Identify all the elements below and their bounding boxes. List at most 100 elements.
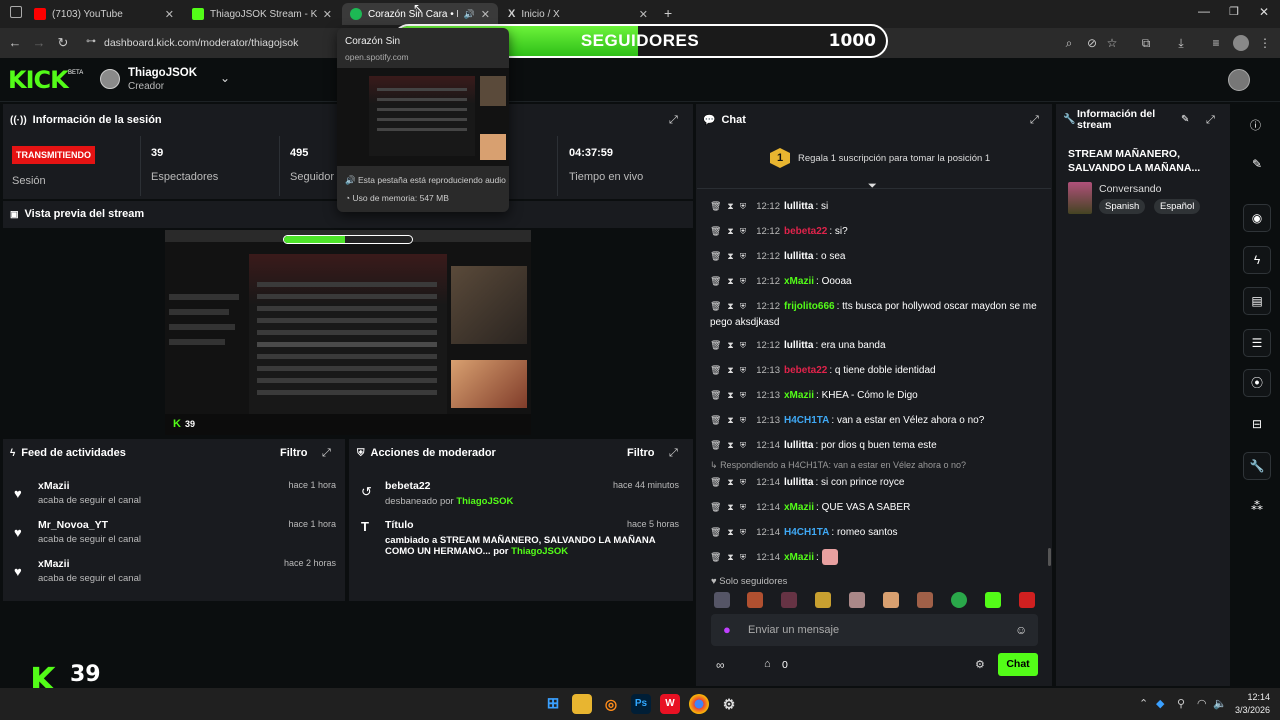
avatar[interactable] <box>100 69 120 89</box>
category-name[interactable]: Conversando <box>1099 183 1161 195</box>
mod-action-icons[interactable]: 🗑⧗⛨ <box>710 552 752 562</box>
close-window-icon[interactable]: ✕ <box>1259 5 1269 19</box>
reload-icon[interactable]: ↻ <box>54 34 72 52</box>
mod-action-icons[interactable]: 🗑⧗⛨ <box>710 226 752 236</box>
expand-icon[interactable]: ⤢ <box>669 447 678 460</box>
message-username[interactable]: xMazii <box>784 390 814 401</box>
message-icon[interactable]: ☰ <box>1243 329 1271 357</box>
wrench-icon[interactable]: 🔧 <box>1243 452 1271 480</box>
tag-chip[interactable]: Spanish <box>1099 199 1146 214</box>
gear-icon[interactable]: ⚙ <box>975 658 985 671</box>
info-icon[interactable]: ⓘ <box>1250 117 1261 133</box>
mod-action-icons[interactable]: 🗑⧗⛨ <box>710 276 752 286</box>
chat-scrollbar[interactable] <box>1048 548 1051 566</box>
close-icon[interactable]: ✕ <box>323 8 332 21</box>
mod-action-icons[interactable]: 🗑⧗⛨ <box>710 502 752 512</box>
mod-by-link[interactable]: ThiagoJSOK <box>456 496 513 507</box>
message-username[interactable]: lullitta <box>784 251 813 262</box>
pencil-icon[interactable]: ✎ <box>1243 151 1271 179</box>
pinned-toggle-icon[interactable]: ⏷ <box>868 180 877 193</box>
message-username[interactable]: H4CH1TA <box>784 415 829 426</box>
gift-sub-promo[interactable]: Regala 1 suscripción para tomar la posic… <box>798 153 990 164</box>
tag-chip[interactable]: Español <box>1154 199 1201 214</box>
file-explorer-icon[interactable] <box>572 694 592 714</box>
mod-action-icons[interactable]: 🗑⧗⛨ <box>710 201 752 211</box>
profile-avatar[interactable] <box>1233 35 1249 51</box>
new-tab-icon[interactable]: + <box>664 5 672 21</box>
emoji-icon[interactable]: ☺ <box>1015 623 1027 637</box>
expand-icon[interactable]: ⤢ <box>1030 114 1039 127</box>
mod-action-icons[interactable]: 🗑⧗⛨ <box>710 527 752 537</box>
broadcast-icon[interactable]: ⦿ <box>1243 369 1271 397</box>
extensions-icon[interactable]: ⧉ <box>1137 34 1155 52</box>
tab-overview-icon[interactable] <box>10 6 22 18</box>
message-username[interactable]: lullitta <box>784 477 813 488</box>
mod-action-icons[interactable]: 🗑⧗⛨ <box>710 390 752 400</box>
chrome-icon[interactable] <box>689 694 709 714</box>
lightning-icon[interactable]: ϟ <box>1243 246 1271 274</box>
store-icon[interactable]: ⌂ <box>764 658 771 670</box>
send-chat-button[interactable]: Chat <box>998 653 1038 676</box>
points-icon[interactable]: ∞ <box>716 658 725 672</box>
stream-preview-video[interactable]: K 39 <box>165 230 531 435</box>
document-icon[interactable]: ▤ <box>1243 287 1271 315</box>
forward-icon[interactable]: → <box>30 34 48 52</box>
expand-icon[interactable]: ⤢ <box>669 114 678 127</box>
emote-face-icon[interactable] <box>747 592 763 608</box>
mod-action-icons[interactable]: 🗑⧗⛨ <box>710 365 752 375</box>
mod-action-icons[interactable]: 🗑⧗⛨ <box>710 251 752 261</box>
message-username[interactable]: lullitta <box>784 440 813 451</box>
close-icon[interactable]: ✕ <box>639 8 648 21</box>
bookmark-star-icon[interactable]: ☆ <box>1103 34 1121 52</box>
wps-office-icon[interactable]: W <box>660 694 680 714</box>
mod-action-icons[interactable]: 🗑⧗⛨ <box>710 301 752 311</box>
follower-name[interactable]: xMazii <box>38 480 70 492</box>
emote-face-icon[interactable] <box>883 592 899 608</box>
emote-monster-icon[interactable] <box>1019 592 1035 608</box>
emote-face-icon[interactable] <box>849 592 865 608</box>
expand-icon[interactable]: ⤢ <box>1206 114 1215 127</box>
steam-icon[interactable]: ⚙ <box>719 694 739 714</box>
tab-x[interactable]: X Inicio / X ✕ <box>500 3 656 25</box>
message-username[interactable]: lullitta <box>784 340 813 351</box>
download-icon[interactable]: ⤓ <box>1172 34 1190 52</box>
clock-date[interactable]: 3/3/2026 <box>1230 705 1270 715</box>
close-icon[interactable]: ✕ <box>481 8 490 21</box>
microphone-icon[interactable]: ⚲ <box>1177 697 1185 710</box>
mod-action-icons[interactable]: 🗑⧗⛨ <box>710 340 752 350</box>
eye-off-icon[interactable]: ⊘ <box>1083 34 1101 52</box>
media-control-icon[interactable]: ≡ <box>1207 34 1225 52</box>
clock-time[interactable]: 12:14 <box>1234 692 1270 702</box>
follower-name[interactable]: Mr_Novoa_YT <box>38 519 108 531</box>
tray-chevron-icon[interactable]: ⌃ <box>1139 697 1148 710</box>
mic-icon[interactable]: ● <box>723 622 731 637</box>
tab-kick-dashboard[interactable]: ThiagoJSOK Stream - Kick Dash ✕ <box>184 3 340 25</box>
photoshop-icon[interactable]: Ps <box>631 694 651 714</box>
close-icon[interactable]: ✕ <box>165 8 174 21</box>
message-username[interactable]: xMazii <box>784 502 814 513</box>
emote-hands-icon[interactable] <box>815 592 831 608</box>
storage-icon[interactable]: ⊟ <box>1243 411 1271 439</box>
wifi-icon[interactable]: ◠ <box>1197 697 1207 710</box>
speaker-icon[interactable]: 🔊 <box>464 9 475 20</box>
apps-icon[interactable]: ⁂ <box>1243 493 1271 521</box>
message-username[interactable]: xMazii <box>784 276 814 287</box>
emote-cat-icon[interactable] <box>781 592 797 608</box>
kick-logo[interactable]: KICK <box>8 66 69 94</box>
message-username[interactable]: lullitta <box>784 201 813 212</box>
emote-cup-icon[interactable] <box>985 592 1001 608</box>
activity-filter-button[interactable]: Filtro <box>280 447 308 459</box>
mod-action-icons[interactable]: 🗑⧗⛨ <box>710 440 752 450</box>
tray-app-icon[interactable]: ◆ <box>1156 697 1164 710</box>
emote-sword-icon[interactable] <box>714 592 730 608</box>
message-username[interactable]: H4CH1TA <box>784 527 829 538</box>
message-username[interactable]: frijolito666 <box>784 301 835 312</box>
volume-icon[interactable]: 🔈 <box>1213 697 1227 710</box>
expand-icon[interactable]: ⤢ <box>322 447 331 460</box>
url-field[interactable]: dashboard.kick.com/moderator/thiagojsok <box>94 32 354 54</box>
channel-name[interactable]: ThiagoJSOK <box>128 67 197 79</box>
emote-kick-icon[interactable] <box>951 592 967 608</box>
zoom-icon[interactable]: ⌕ <box>1060 34 1078 52</box>
message-username[interactable]: bebeta22 <box>784 365 827 376</box>
edit-pencil-icon[interactable]: ✎ <box>1181 114 1189 125</box>
